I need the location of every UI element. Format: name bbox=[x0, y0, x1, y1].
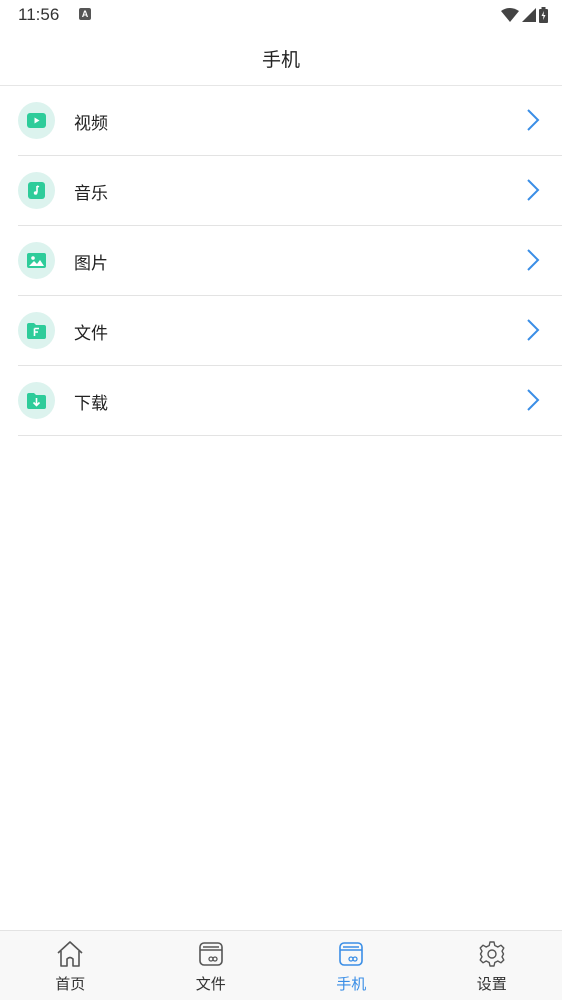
phone-storage-icon bbox=[339, 942, 364, 966]
wifi-icon bbox=[501, 8, 519, 22]
image-icon bbox=[18, 242, 55, 279]
list-item-label: 视频 bbox=[74, 114, 108, 134]
bottom-nav: 首页 文件 手机 设置 bbox=[0, 930, 562, 1000]
chevron-right-icon bbox=[527, 109, 540, 131]
phone-screen: 11:56 A 手机 视频 音乐 图片 文件 下载 首页 文件 手机 设置 bbox=[0, 0, 562, 1000]
header-bar: 手机 bbox=[0, 30, 562, 86]
list-item-music[interactable]: 音乐 bbox=[18, 156, 562, 226]
music-icon bbox=[18, 172, 55, 209]
chevron-right-icon bbox=[527, 179, 540, 201]
list-item-downloads[interactable]: 下载 bbox=[18, 366, 562, 436]
list-item-label: 文件 bbox=[74, 324, 108, 344]
chevron-right-icon bbox=[527, 389, 540, 411]
list-item-video[interactable]: 视频 bbox=[18, 86, 562, 156]
tab-settings[interactable]: 设置 bbox=[422, 931, 562, 1000]
signal-icon bbox=[522, 8, 536, 22]
home-icon bbox=[57, 941, 83, 967]
category-list: 视频 音乐 图片 文件 下载 bbox=[0, 86, 562, 436]
nav-label: 设置 bbox=[476, 975, 507, 993]
tab-home[interactable]: 首页 bbox=[0, 931, 141, 1000]
list-item-images[interactable]: 图片 bbox=[18, 226, 562, 296]
a-icon: A bbox=[79, 8, 91, 20]
list-item-files[interactable]: 文件 bbox=[18, 296, 562, 366]
page-title: 手机 bbox=[261, 49, 300, 71]
video-icon bbox=[18, 102, 55, 139]
tab-files[interactable]: 文件 bbox=[141, 931, 282, 1000]
status-time: 11:56 bbox=[18, 5, 60, 24]
gear-icon bbox=[479, 941, 505, 967]
nav-label: 文件 bbox=[195, 975, 226, 993]
status-bar: 11:56 A bbox=[0, 0, 562, 30]
download-icon bbox=[18, 382, 55, 419]
file-icon bbox=[18, 312, 55, 349]
list-item-label: 图片 bbox=[74, 254, 108, 274]
tab-phone[interactable]: 手机 bbox=[281, 931, 422, 1000]
list-item-label: 下载 bbox=[74, 394, 108, 414]
nav-label: 首页 bbox=[55, 975, 86, 993]
chevron-right-icon bbox=[527, 249, 540, 271]
status-icons bbox=[501, 6, 548, 24]
list-item-label: 音乐 bbox=[74, 184, 108, 204]
files-icon bbox=[198, 942, 223, 966]
chevron-right-icon bbox=[527, 319, 540, 341]
battery-charging-icon bbox=[539, 7, 548, 23]
nav-label: 手机 bbox=[336, 975, 367, 993]
